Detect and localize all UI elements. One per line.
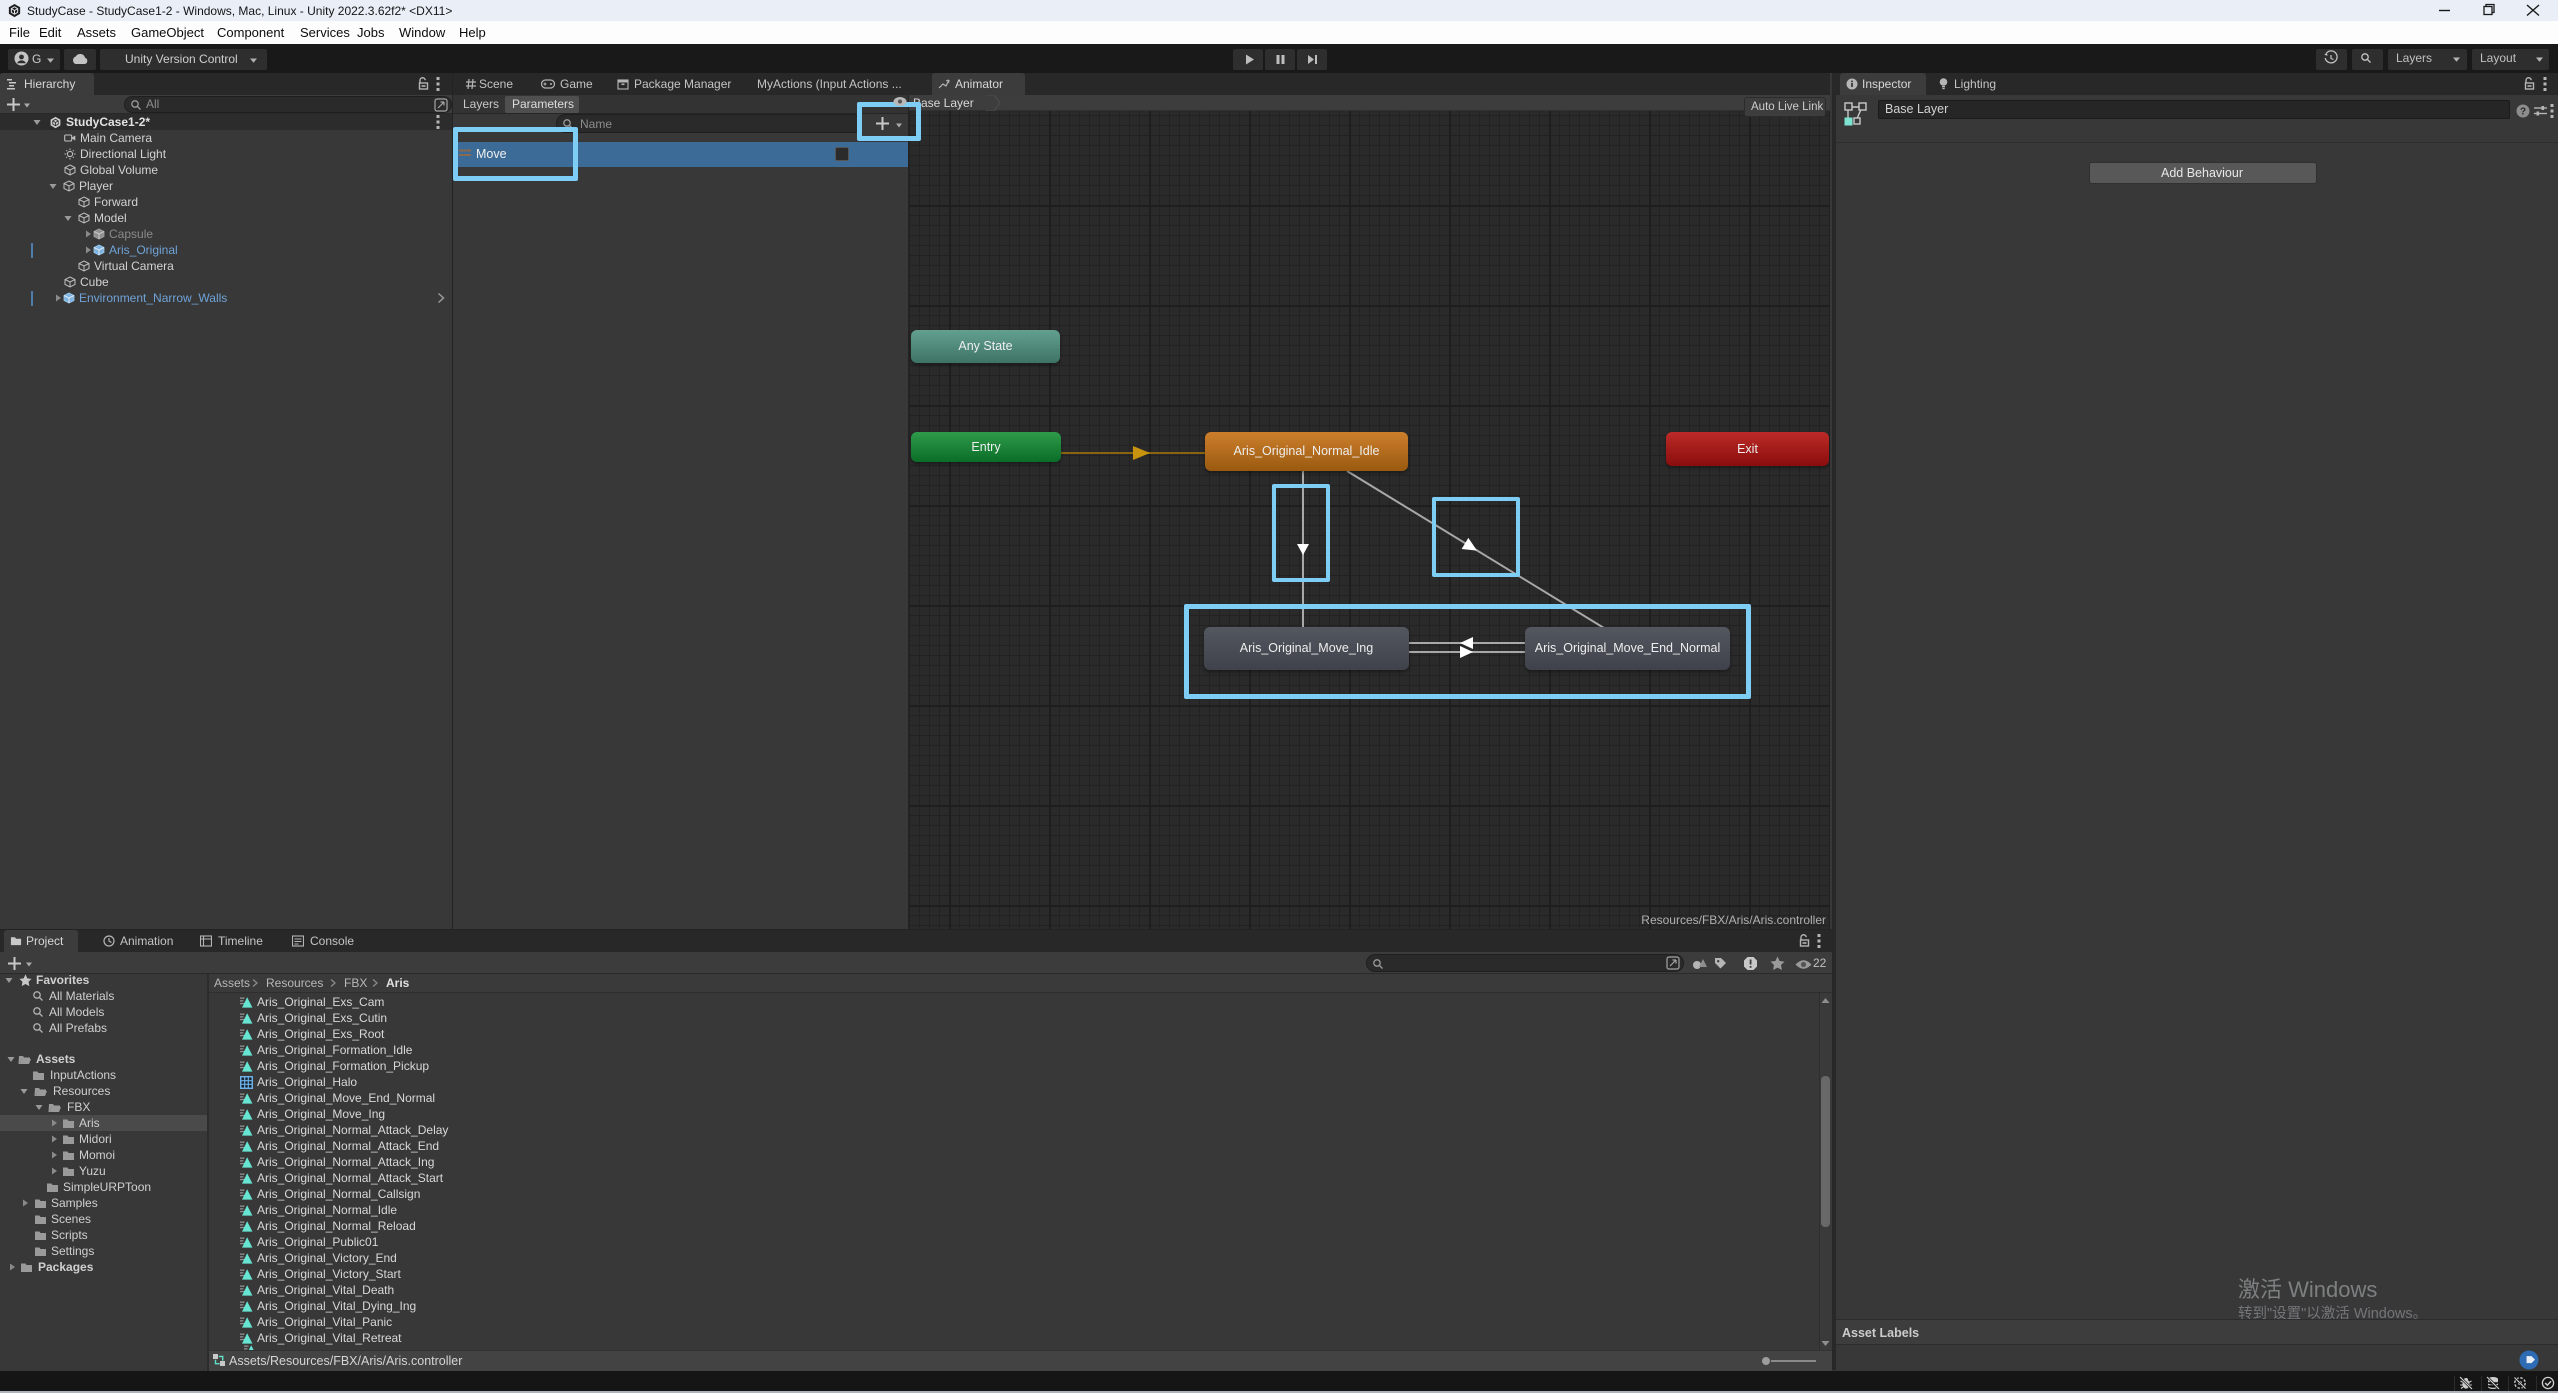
- svg-text:?: ?: [2520, 107, 2526, 118]
